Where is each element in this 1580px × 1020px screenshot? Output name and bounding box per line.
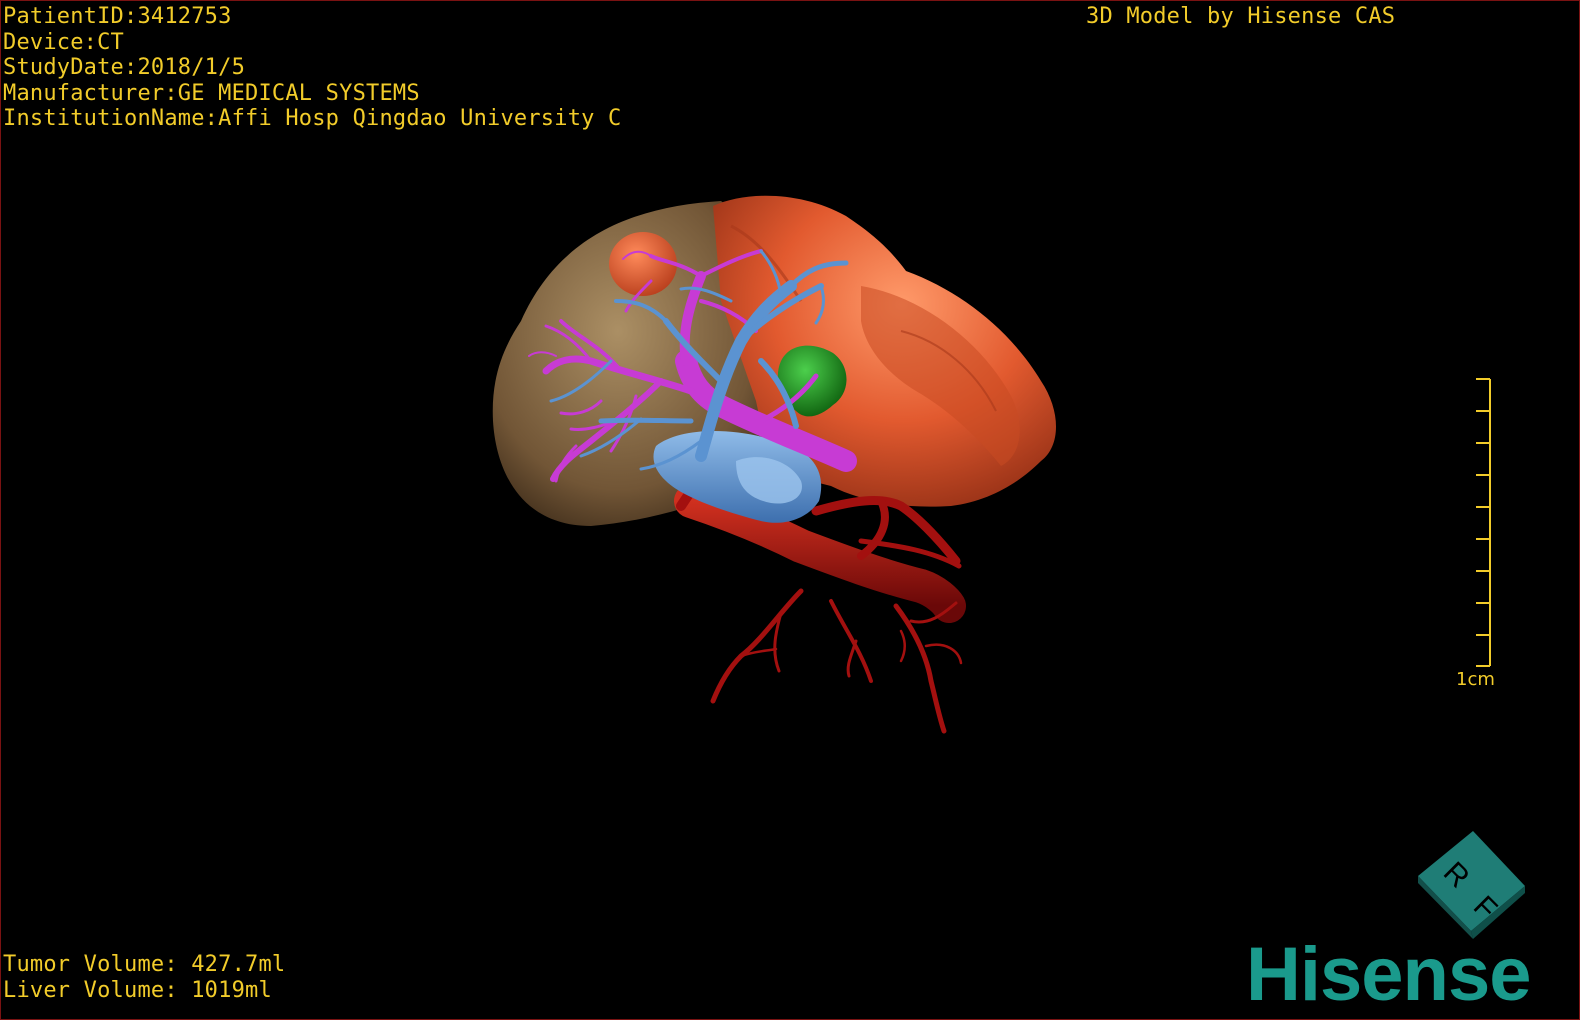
scale-bar-label: 1cm [1456, 669, 1495, 690]
tumor-volume-text: Tumor Volume: 427.7ml [3, 952, 286, 977]
scale-bar [1476, 378, 1491, 667]
volume-info-panel: Tumor Volume: 427.7ml Liver Volume: 1019m… [3, 952, 285, 1003]
orientation-cube[interactable]: R F [1413, 831, 1533, 946]
3d-viewport[interactable]: PatientID:3412753 Device:CT StudyDate:2018… [0, 0, 1580, 1020]
hepatic-arteries [674, 484, 966, 734]
hisense-logo: Hisense [1246, 932, 1531, 1017]
liver-volume-text: Liver Volume: 1019ml [3, 977, 272, 1003]
liver-3d-model[interactable] [1, 1, 1579, 1019]
liver-nodule [609, 232, 677, 296]
